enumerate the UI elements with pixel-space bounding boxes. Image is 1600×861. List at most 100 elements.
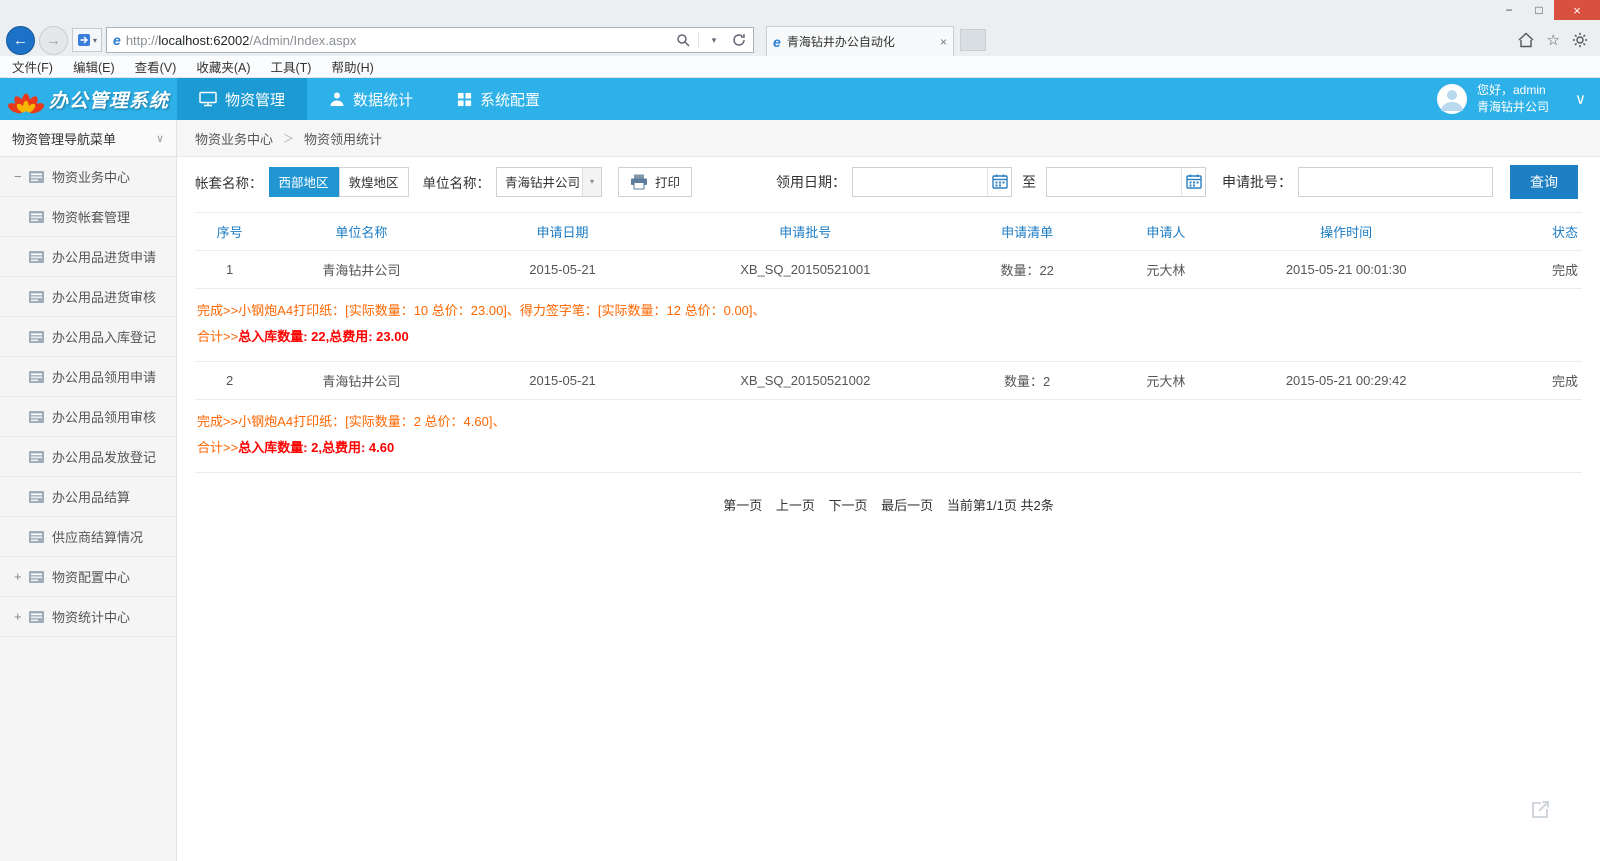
- list-icon: [29, 571, 44, 583]
- user-area[interactable]: 您好，admin 青海钻井公司 ∨: [1437, 78, 1600, 120]
- browser-forward-button[interactable]: →: [39, 26, 68, 55]
- query-button[interactable]: 查询: [1510, 165, 1578, 199]
- avatar: [1437, 84, 1467, 114]
- list-icon: [29, 411, 44, 423]
- column-header-applicant[interactable]: 申请人: [1110, 213, 1221, 251]
- sidebar-group-stats-center[interactable]: + 物资统计中心: [0, 597, 176, 637]
- search-icon[interactable]: [673, 28, 693, 52]
- browser-back-button[interactable]: ←: [6, 26, 35, 55]
- column-header-unit[interactable]: 单位名称: [264, 213, 458, 251]
- new-tab-button[interactable]: [960, 29, 986, 51]
- batch-number-label: 申请批号：: [1222, 172, 1292, 192]
- compatibility-view-button[interactable]: ▾: [72, 28, 102, 52]
- page-last-link[interactable]: 最后一页: [881, 498, 933, 513]
- sidebar-group-config-center[interactable]: + 物资配置中心: [0, 557, 176, 597]
- menu-edit[interactable]: 编辑(E): [73, 57, 115, 76]
- sidebar-item-requisition-review[interactable]: 办公用品领用审核: [0, 397, 176, 437]
- calendar-icon[interactable]: [1181, 168, 1205, 196]
- sidebar-item-supplier-settlement[interactable]: 供应商结算情况: [0, 517, 176, 557]
- detail-row: 完成>>小钢炮A4打印纸：[实际数量：10 总价：23.00]、得力签字笔：[实…: [195, 289, 1582, 362]
- sidebar-group-business-center[interactable]: − 物资业务中心: [0, 157, 176, 197]
- page-favicon: e: [113, 33, 121, 47]
- menu-file[interactable]: 文件(F): [12, 57, 53, 76]
- address-separator: [698, 32, 699, 48]
- column-header-date[interactable]: 申请日期: [459, 213, 667, 251]
- cell-status: 完成: [1471, 251, 1582, 289]
- home-icon[interactable]: [1517, 32, 1535, 48]
- sidebar-item-label: 物资帐套管理: [52, 207, 130, 226]
- user-company: 青海钻井公司: [1477, 99, 1549, 116]
- sidebar-item-label: 办公用品发放登记: [52, 447, 156, 466]
- browser-window: − □ × ← → ▾ e http://localhost:62002/Adm…: [0, 0, 1600, 861]
- list-icon: [29, 211, 44, 223]
- column-header-list[interactable]: 申请清单: [944, 213, 1110, 251]
- breadcrumb: 物资业务中心 ＞ 物资领用统计: [177, 120, 1600, 157]
- refresh-icon[interactable]: [729, 28, 749, 52]
- date-from-input[interactable]: [853, 168, 987, 196]
- menu-favorites[interactable]: 收藏夹(A): [196, 57, 250, 76]
- column-header-optime[interactable]: 操作时间: [1221, 213, 1471, 251]
- sidebar-item-purchase-request[interactable]: 办公用品进货申请: [0, 237, 176, 277]
- sidebar-item-label: 办公用品入库登记: [52, 327, 156, 346]
- sidebar-item-stock-in-register[interactable]: 办公用品入库登记: [0, 317, 176, 357]
- column-header-status[interactable]: 状态: [1471, 213, 1582, 251]
- breadcrumb-current: 物资领用统计: [304, 129, 382, 148]
- column-header-batch[interactable]: 申请批号: [667, 213, 944, 251]
- app-header: 办公管理系统 物资管理 数据统计 系统配置 您好，admin 青海钻井公司 ∨: [0, 78, 1600, 120]
- menu-tools[interactable]: 工具(T): [270, 57, 311, 76]
- user-dropdown-chevron-icon[interactable]: ∨: [1575, 90, 1586, 108]
- cell-unit: 青海钻井公司: [264, 362, 458, 400]
- account-option-dunhuang-button[interactable]: 敦煌地区: [339, 167, 409, 197]
- monitor-icon: [199, 91, 217, 107]
- page-first-link[interactable]: 第一页: [723, 498, 762, 513]
- nav-tab-label: 数据统计: [353, 89, 413, 110]
- cell-status: 完成: [1471, 362, 1582, 400]
- date-to-input[interactable]: [1047, 168, 1181, 196]
- list-icon: [29, 451, 44, 463]
- window-close-button[interactable]: ×: [1554, 0, 1600, 20]
- sidebar-item-label: 办公用品领用申请: [52, 367, 156, 386]
- list-icon: [29, 171, 44, 183]
- breadcrumb-parent[interactable]: 物资业务中心: [195, 129, 273, 148]
- list-icon: [29, 611, 44, 623]
- sidebar-item-account-management[interactable]: 物资帐套管理: [0, 197, 176, 237]
- window-maximize-button[interactable]: □: [1524, 0, 1554, 20]
- sidebar-title: 物资管理导航菜单: [12, 129, 116, 148]
- chevron-down-icon[interactable]: ▾: [582, 168, 601, 196]
- person-icon: [329, 91, 345, 107]
- print-button[interactable]: 打印: [618, 167, 692, 197]
- batch-number-input[interactable]: [1298, 167, 1493, 197]
- sidebar-item-settlement[interactable]: 办公用品结算: [0, 477, 176, 517]
- menu-help[interactable]: 帮助(H): [331, 57, 373, 76]
- address-bar[interactable]: e http://localhost:62002/Admin/Index.asp…: [106, 27, 754, 53]
- collapse-icon: −: [14, 169, 29, 184]
- window-minimize-button[interactable]: −: [1494, 0, 1524, 20]
- column-header-seq[interactable]: 序号: [195, 213, 264, 251]
- sidebar-header[interactable]: 物资管理导航菜单 ∨: [0, 120, 176, 157]
- account-set-label: 帐套名称：: [195, 172, 263, 192]
- browser-tab[interactable]: e 青海钻井办公自动化 ×: [766, 26, 954, 56]
- unit-select-value: 青海钻井公司: [497, 172, 582, 191]
- content-area: 物资业务中心 ＞ 物资领用统计 帐套名称： 西部地区 敦煌地区 单位名称： 青海…: [177, 120, 1600, 861]
- menu-view[interactable]: 查看(V): [135, 57, 177, 76]
- nav-tab-material-management[interactable]: 物资管理: [177, 78, 307, 120]
- address-dropdown-icon[interactable]: ▾: [704, 28, 724, 52]
- page-prev-link[interactable]: 上一页: [776, 498, 815, 513]
- tab-close-icon[interactable]: ×: [940, 35, 947, 49]
- settings-gear-icon[interactable]: [1572, 32, 1588, 48]
- sidebar-item-distribution-register[interactable]: 办公用品发放登记: [0, 437, 176, 477]
- nav-tab-data-statistics[interactable]: 数据统计: [307, 78, 435, 120]
- favorites-star-icon[interactable]: ☆: [1547, 31, 1560, 49]
- list-icon: [29, 331, 44, 343]
- nav-tab-label: 系统配置: [480, 89, 540, 110]
- app-logo: 办公管理系统: [0, 78, 177, 120]
- page-next-link[interactable]: 下一页: [829, 498, 868, 513]
- sidebar-item-requisition-request[interactable]: 办公用品领用申请: [0, 357, 176, 397]
- account-option-west-button[interactable]: 西部地区: [269, 167, 339, 197]
- list-icon: [29, 251, 44, 263]
- calendar-icon[interactable]: [987, 168, 1011, 196]
- nav-tab-system-config[interactable]: 系统配置: [435, 78, 562, 120]
- unit-select[interactable]: 青海钻井公司 ▾: [496, 167, 602, 197]
- sidebar-item-purchase-review[interactable]: 办公用品进货审核: [0, 277, 176, 317]
- detail-total-text: 合计>>总入库数量: 22,总费用: 23.00: [197, 324, 1582, 350]
